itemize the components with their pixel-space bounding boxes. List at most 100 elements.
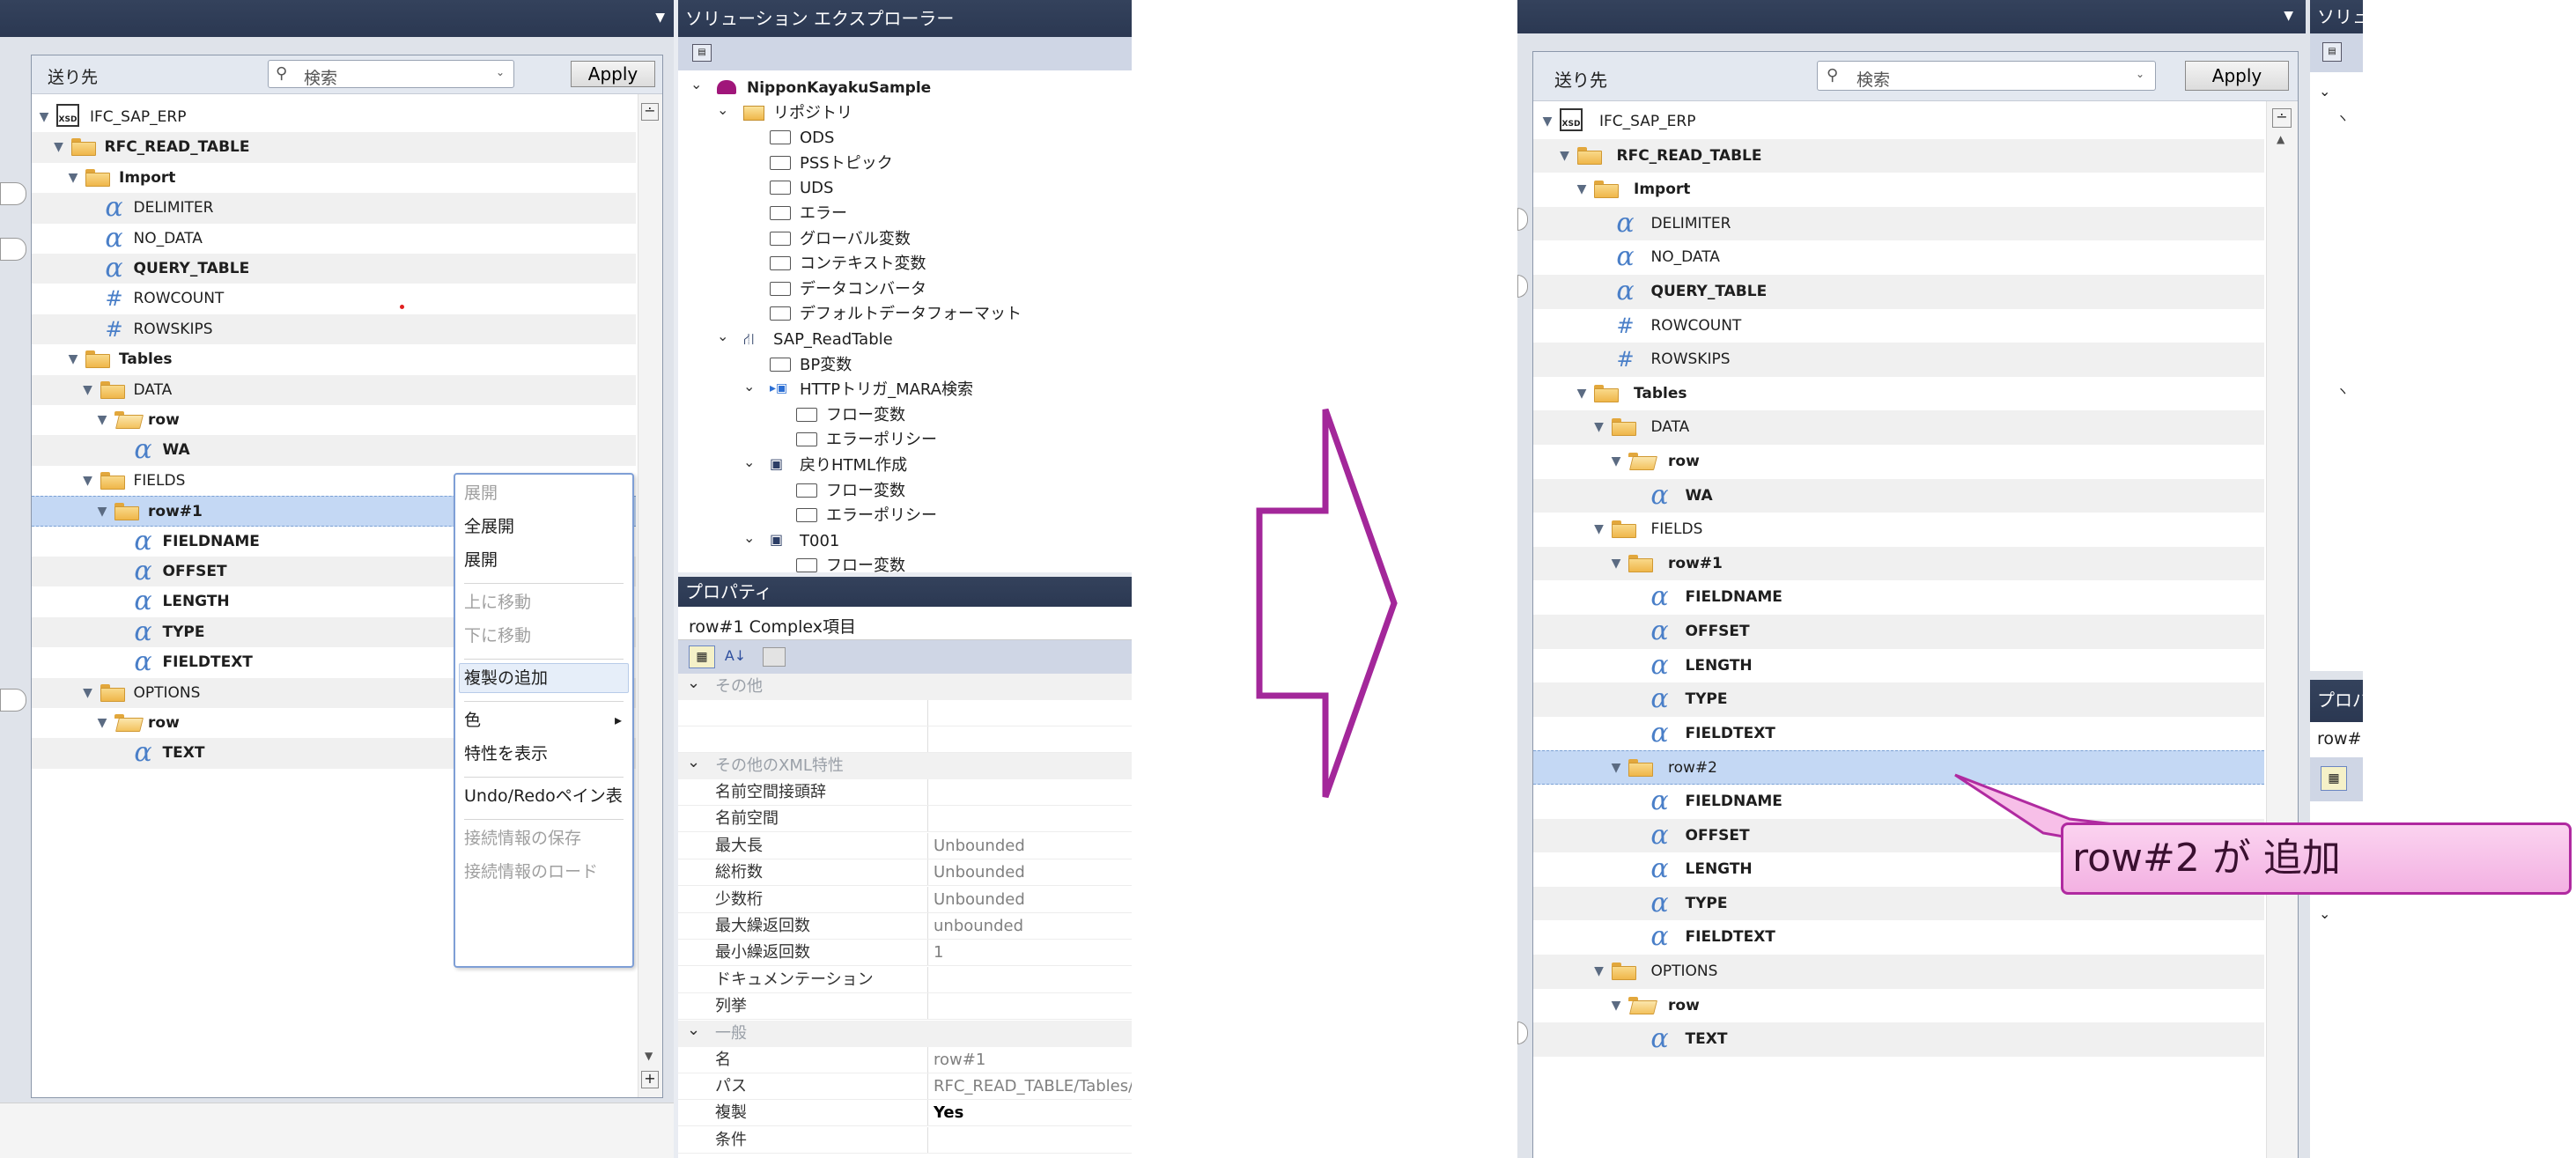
tree-row[interactable]: α OFFSET [1533, 615, 2264, 649]
expand-arrow-icon[interactable]: ▼ [1591, 955, 1608, 989]
expand-arrow-icon[interactable]: ▼ [93, 497, 111, 527]
property-value[interactable]: row#1 [934, 1047, 985, 1073]
expand-arrow-icon[interactable]: ▼ [1607, 989, 1625, 1023]
property-row[interactable]: 総桁数 Unbounded [678, 859, 1132, 887]
expand-arrow-icon[interactable]: ▼ [1573, 377, 1591, 411]
side-tab[interactable] [1517, 1022, 1528, 1044]
expand-arrow-icon[interactable]: ▼ [64, 163, 82, 193]
scroll-up-icon[interactable]: ▲ [2277, 133, 2284, 145]
categorized-icon[interactable]: ▦ [2321, 766, 2347, 791]
alphabetical-icon[interactable]: A↓ [722, 645, 749, 668]
property-row[interactable]: 複製 Yes [678, 1100, 1132, 1127]
property-row[interactable]: 条件 [678, 1126, 1132, 1154]
expand-arrow-icon[interactable]: ▼ [1607, 445, 1625, 479]
expand-arrow-icon[interactable]: ▼ [79, 375, 97, 405]
search-input[interactable]: ⚲ 検索 ⌄ [268, 60, 514, 88]
scroll-down-icon[interactable]: ▼ [645, 1050, 653, 1062]
tree-row[interactable]: # ROWCOUNT [1533, 309, 2264, 343]
property-value[interactable]: Unbounded [934, 833, 1025, 859]
category-xml[interactable]: ⌄ その他のXML特性 [678, 753, 1132, 779]
property-row[interactable] [678, 727, 1132, 753]
tree-row[interactable]: α WA [1533, 478, 2264, 513]
tree-row[interactable]: ▼ Import [1533, 173, 2264, 207]
expand-arrow-icon[interactable]: ▼ [50, 132, 68, 162]
search-input[interactable]: ⚲ 検索 ⌄ [1817, 61, 2156, 91]
tree-row[interactable]: ▼ row [1533, 989, 2264, 1023]
category-other[interactable]: ⌄ その他 [678, 674, 1132, 700]
property-value[interactable]: Unbounded [934, 859, 1025, 886]
tree-row[interactable]: ▼ RFC_READ_TABLE [32, 132, 636, 163]
tree-row[interactable]: α QUERY_TABLE [32, 254, 636, 284]
expand-arrow-icon[interactable]: ▼ [1591, 513, 1608, 547]
chevron-down-icon[interactable]: ⌄ [2319, 83, 2330, 100]
tree-row[interactable]: α FIELDNAME [1533, 580, 2264, 615]
property-row[interactable]: パス RFC_READ_TABLE/Tables/F [678, 1073, 1132, 1100]
property-row[interactable]: 列挙 [678, 993, 1132, 1021]
property-row[interactable]: 少数桁 Unbounded [678, 886, 1132, 913]
scrollbar[interactable]: ∸ ▲ [2266, 101, 2298, 1158]
collapse-all-icon[interactable]: ∸ [641, 103, 659, 121]
context-menu-item[interactable]: 特性を表示 [464, 741, 548, 767]
properties-icon[interactable]: ▤ [692, 44, 712, 62]
context-menu-item[interactable]: 複製の追加 [464, 665, 548, 691]
side-tab[interactable] [0, 182, 26, 205]
tree-row[interactable]: ▼ DATA [1533, 410, 2264, 445]
expand-arrow-icon[interactable]: ▼ [1607, 547, 1625, 581]
property-row[interactable]: 最小繰返回数 1 [678, 940, 1132, 967]
context-menu-item[interactable]: 展開 [464, 547, 498, 573]
chevron-down-icon[interactable]: ⌄ [2136, 68, 2144, 80]
tree-row[interactable]: # ROWCOUNT [32, 284, 636, 313]
expand-arrow-icon[interactable]: ▼ [79, 678, 97, 708]
expand-arrow-icon[interactable]: ▼ [1539, 105, 1556, 139]
tree-row[interactable]: ▼ Tables [32, 344, 636, 374]
properties-icon[interactable]: ▤ [2322, 42, 2342, 62]
property-row[interactable]: 最大長 Unbounded [678, 832, 1132, 859]
side-tab[interactable] [1517, 208, 1528, 231]
expand-arrow-icon[interactable]: ▼ [35, 102, 53, 132]
tree-row[interactable]: ▼ row [1533, 445, 2264, 479]
context-menu-item[interactable]: 色 [464, 707, 481, 734]
expand-arrow-icon[interactable]: ▼ [1573, 173, 1591, 207]
property-row[interactable] [678, 700, 1132, 727]
tree-row[interactable]: α FIELDTEXT [1533, 920, 2264, 955]
tree-row[interactable]: α TEXT [1533, 1022, 2264, 1057]
chevron-down-icon[interactable]: ⌄ [687, 1017, 700, 1044]
chevron-down-icon[interactable]: ⌄ [496, 66, 505, 78]
tree-row[interactable]: α FIELDTEXT [1533, 717, 2264, 751]
property-value[interactable]: 1 [934, 940, 943, 966]
chevron-down-icon[interactable]: ⌄ [2319, 905, 2330, 922]
tree-row[interactable]: α DELIMITER [32, 193, 636, 224]
expand-all-icon[interactable]: + [641, 1071, 659, 1088]
property-row[interactable]: 最大繰返回数 unbounded [678, 913, 1132, 940]
expand-arrow-icon[interactable]: ▼ [1556, 139, 1574, 173]
chevron-down-icon[interactable]: ⌄ [690, 72, 702, 97]
side-tab[interactable] [1517, 275, 1528, 298]
tree-row[interactable]: ▼ FIELDS [1533, 513, 2264, 547]
tree-row[interactable]: # ROWSKIPS [1533, 343, 2264, 377]
tree-row[interactable]: ▼ row [32, 405, 636, 435]
property-row[interactable]: ドキュメンテーション [678, 966, 1132, 993]
expand-arrow-icon[interactable]: ▼ [1591, 410, 1608, 445]
expand-arrow-icon[interactable]: ▼ [93, 405, 111, 435]
apply-button[interactable]: Apply [571, 61, 655, 87]
expand-arrow-icon[interactable]: ▼ [64, 344, 82, 374]
expand-arrow-icon[interactable]: ▼ [79, 466, 97, 496]
tree-row[interactable]: α WA [32, 435, 636, 466]
tree-row[interactable]: α NO_DATA [1533, 240, 2264, 275]
chevron-down-icon[interactable]: ⌄ [687, 749, 700, 776]
categorized-icon[interactable]: ▦ [689, 645, 715, 668]
tree-row[interactable]: ▼ XSD IFC_SAP_ERP [32, 102, 636, 132]
property-value[interactable]: unbounded [934, 913, 1023, 940]
tree-row[interactable]: α QUERY_TABLE [1533, 275, 2264, 309]
chevron-down-icon[interactable]: ⌄ [717, 98, 728, 122]
chevron-down-icon[interactable]: ⌄ [687, 674, 700, 697]
expand-arrow-icon[interactable]: ▼ [93, 708, 111, 738]
property-value[interactable]: Unbounded [934, 887, 1025, 913]
tree-row[interactable]: ▼ Tables [1533, 377, 2264, 411]
tree-row[interactable]: ▼ OPTIONS [1533, 955, 2264, 989]
collapse-all-icon[interactable]: ∸ [2272, 108, 2292, 128]
property-value[interactable]: RFC_READ_TABLE/Tables/F [934, 1073, 1132, 1100]
property-row[interactable]: 名 row#1 [678, 1046, 1132, 1073]
expand-arrow-icon[interactable]: ▼ [1607, 751, 1625, 786]
tree-row[interactable]: α LENGTH [1533, 649, 2264, 683]
